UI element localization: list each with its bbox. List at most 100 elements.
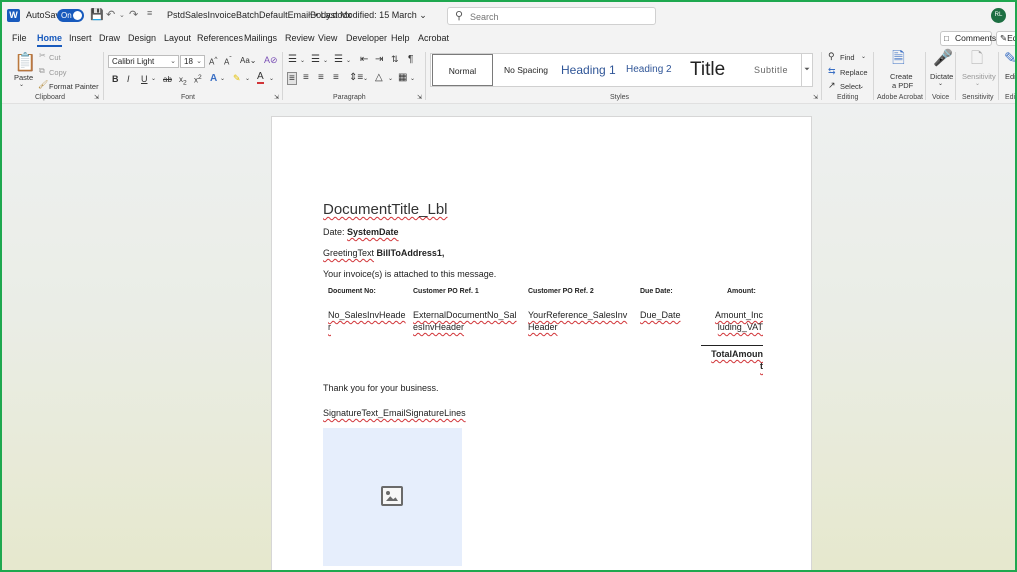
tab-help[interactable]: Help — [391, 33, 410, 43]
dictate-dropdown-icon[interactable]: ⌄ — [938, 80, 943, 87]
date-line[interactable]: Date: SystemDate — [323, 227, 399, 237]
undo-icon[interactable]: ↶ — [106, 8, 115, 21]
styles-launcher-icon[interactable]: ⇲ — [813, 94, 818, 101]
underline-icon[interactable]: U — [141, 74, 148, 84]
editor-icon[interactable]: ✎ — [1004, 51, 1015, 66]
align-left-icon[interactable]: ≡ — [287, 72, 297, 85]
tab-view[interactable]: View — [318, 33, 337, 43]
editing-mode-button[interactable]: ✎Ed — [996, 31, 1015, 46]
tab-draw[interactable]: Draw — [99, 33, 120, 43]
paragraph-launcher-icon[interactable]: ⇲ — [417, 94, 422, 101]
bold-icon[interactable]: B — [112, 74, 119, 84]
text-effects-icon[interactable]: A — [210, 73, 217, 84]
paste-icon[interactable]: 📋 — [14, 53, 36, 71]
last-modified[interactable]: • Last Modified: 15 March ⌄ — [315, 10, 427, 21]
shrink-font-icon[interactable]: Aˇ — [224, 56, 232, 67]
comments-button[interactable]: □ Comments — [940, 31, 996, 46]
tab-acrobat[interactable]: Acrobat — [418, 33, 449, 43]
borders-icon[interactable]: ▦ — [398, 72, 407, 83]
image-placeholder[interactable] — [323, 428, 462, 566]
sort-icon[interactable]: ⇅ — [391, 54, 399, 65]
select-button[interactable]: Select — [840, 82, 861, 91]
copy-button[interactable]: Copy — [49, 68, 67, 77]
grow-font-icon[interactable]: A^ — [209, 56, 217, 67]
font-color-dropdown-icon[interactable]: ⌄ — [269, 75, 274, 82]
avatar[interactable]: RL — [991, 8, 1006, 23]
shading-dropdown-icon[interactable]: ⌄ — [388, 75, 393, 82]
align-right-icon[interactable]: ≡ — [318, 72, 324, 83]
tab-mailings[interactable]: Mailings — [244, 33, 277, 43]
highlight-dropdown-icon[interactable]: ⌄ — [245, 75, 250, 82]
thanks-line[interactable]: Thank you for your business. — [323, 383, 439, 393]
tab-developer[interactable]: Developer — [346, 33, 387, 43]
line-spacing-dropdown-icon[interactable]: ⌄ — [363, 75, 368, 82]
decrease-indent-icon[interactable]: ⇤ — [360, 54, 368, 65]
total-amount-cell[interactable]: TotalAmoun t — [701, 345, 763, 372]
underline-dropdown-icon[interactable]: ⌄ — [151, 75, 156, 82]
tab-review[interactable]: Review — [285, 33, 315, 43]
text-effects-dropdown-icon[interactable]: ⌄ — [220, 75, 225, 82]
editor-button[interactable]: Edi — [1005, 72, 1015, 81]
numbering-dropdown-icon[interactable]: ⌄ — [323, 57, 328, 64]
save-icon[interactable]: 💾 — [90, 8, 104, 21]
cell-po-ref-2[interactable]: YourReference_SalesInv Header — [528, 309, 627, 333]
style-subtitle[interactable]: Subtitle — [754, 54, 788, 86]
sensitivity-dropdown-icon[interactable]: ⌄ — [975, 80, 980, 87]
font-color-icon[interactable]: A — [257, 72, 264, 84]
line-spacing-icon[interactable]: ⇕≡ — [349, 72, 363, 83]
cut-button[interactable]: Cut — [49, 53, 61, 62]
undo-dropdown-icon[interactable]: ⌄ — [119, 11, 125, 19]
tab-home[interactable]: Home — [37, 33, 63, 47]
numbering-icon[interactable]: ☰ — [311, 54, 320, 65]
borders-dropdown-icon[interactable]: ⌄ — [410, 75, 415, 82]
cell-due-date[interactable]: Due_Date — [640, 309, 681, 321]
cell-po-ref-1[interactable]: ExternalDocumentNo_Sal esInvHeader — [413, 309, 517, 333]
select-dropdown-icon[interactable]: ⌄ — [859, 83, 864, 90]
microphone-icon[interactable]: 🎤 — [933, 51, 953, 67]
style-no-spacing[interactable]: No Spacing — [504, 54, 548, 86]
greeting-line[interactable]: GreetingText BillToAddress1, — [323, 248, 444, 258]
style-normal[interactable]: Normal — [432, 54, 493, 86]
increase-indent-icon[interactable]: ⇥ — [375, 54, 383, 65]
format-painter-button[interactable]: Format Painter — [49, 82, 99, 91]
search-box[interactable]: ⚲ — [447, 7, 656, 25]
clear-formatting-icon[interactable]: A⊘ — [264, 55, 278, 66]
shading-icon[interactable]: △ — [375, 72, 383, 83]
create-pdf-button-line2[interactable]: a PDF — [892, 81, 913, 90]
font-name-combo[interactable]: Calibri Light ⌄ — [108, 55, 179, 68]
highlight-icon[interactable]: ✎ — [233, 73, 241, 84]
paste-dropdown-icon[interactable]: ⌄ — [19, 81, 24, 88]
find-dropdown-icon[interactable]: ⌄ — [861, 53, 866, 60]
redo-icon[interactable]: ↷ — [129, 8, 138, 21]
cell-document-no[interactable]: No_SalesInvHeade r — [328, 309, 406, 333]
italic-icon[interactable]: I — [127, 74, 130, 84]
bullets-icon[interactable]: ☰ — [288, 54, 297, 65]
strikethrough-icon[interactable]: ab — [163, 75, 172, 84]
intro-line[interactable]: Your invoice(s) is attached to this mess… — [323, 269, 496, 279]
align-center-icon[interactable]: ≡ — [303, 72, 309, 83]
font-launcher-icon[interactable]: ⇲ — [274, 94, 279, 101]
show-formatting-icon[interactable]: ¶ — [408, 54, 413, 65]
autosave-toggle[interactable]: On — [57, 9, 84, 22]
styles-more-icon[interactable]: ⏷ — [801, 54, 812, 86]
document-title[interactable]: DocumentTitle_Lbl — [323, 201, 448, 218]
signature-line[interactable]: SignatureText_EmailSignatureLines — [323, 408, 466, 418]
clipboard-launcher-icon[interactable]: ⇲ — [94, 94, 99, 101]
style-heading-1[interactable]: Heading 1 — [561, 54, 616, 86]
cell-amount[interactable]: Amount_Inc luding_VAT — [701, 309, 763, 333]
justify-icon[interactable]: ≡ — [333, 72, 339, 83]
style-heading-2[interactable]: Heading 2 — [626, 54, 672, 86]
replace-button[interactable]: Replace — [840, 68, 868, 77]
customize-toolbar-icon[interactable]: ≡ — [147, 8, 152, 18]
multilevel-dropdown-icon[interactable]: ⌄ — [346, 57, 351, 64]
multilevel-list-icon[interactable]: ☰ — [334, 54, 343, 65]
tab-design[interactable]: Design — [128, 33, 156, 43]
document-page[interactable]: DocumentTitle_Lbl Date: SystemDate Greet… — [271, 116, 812, 570]
tab-references[interactable]: References — [197, 33, 243, 43]
subscript-icon[interactable]: x2 — [179, 75, 187, 87]
tab-layout[interactable]: Layout — [164, 33, 191, 43]
find-button[interactable]: Find — [840, 53, 855, 62]
create-pdf-button-line1[interactable]: Create — [890, 72, 913, 81]
tab-file[interactable]: File — [12, 33, 27, 43]
bullets-dropdown-icon[interactable]: ⌄ — [300, 57, 305, 64]
